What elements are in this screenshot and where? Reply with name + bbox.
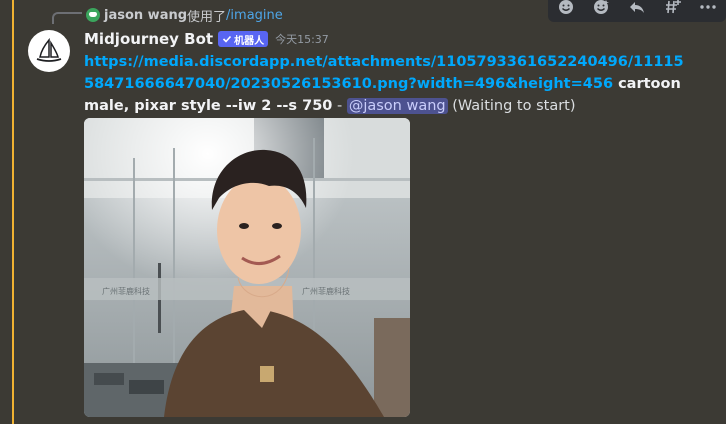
reply-connector	[52, 12, 82, 24]
attached-image[interactable]: 广州菲鹿科技 广州菲鹿科技	[84, 118, 410, 417]
reply-avatar[interactable]	[86, 8, 100, 22]
bot-avatar[interactable]	[28, 30, 70, 72]
reply-preview[interactable]: jason wang 使用了 /imagine	[86, 6, 283, 25]
status-text: (Waiting to start)	[447, 98, 576, 114]
attachment-link[interactable]: https://media.discordapp.net/attachments…	[84, 54, 684, 92]
more-icon[interactable]	[697, 0, 719, 18]
separator-text: -	[332, 98, 347, 114]
glass-text-left: 广州菲鹿科技	[102, 286, 150, 296]
reply-icon[interactable]	[626, 0, 648, 18]
photo-illustration: 广州菲鹿科技 广州菲鹿科技	[84, 118, 410, 417]
message-toolbar	[548, 0, 726, 22]
reply-action-text: 使用了	[187, 9, 227, 25]
super-reaction-icon[interactable]	[590, 0, 612, 18]
bot-tag-label: 机器人	[234, 35, 265, 47]
timestamp[interactable]: 今天15:37	[275, 31, 329, 47]
user-mention[interactable]: @jason wang	[346, 98, 448, 114]
highlight-bar	[12, 0, 14, 424]
midjourney-logo-icon	[36, 38, 62, 62]
reply-username[interactable]: jason wang	[104, 8, 187, 23]
glass-text-right: 广州菲鹿科技	[302, 286, 350, 296]
create-thread-icon[interactable]	[662, 0, 684, 18]
message-header: Midjourney Bot 机器人 今天15:37	[84, 29, 329, 49]
add-reaction-icon[interactable]	[555, 0, 577, 18]
message-content: https://media.discordapp.net/attachments…	[84, 51, 684, 117]
reply-command[interactable]: /imagine	[226, 8, 283, 23]
verified-check-icon	[223, 35, 232, 43]
bot-tag: 机器人	[218, 31, 269, 47]
author-name[interactable]: Midjourney Bot	[84, 30, 213, 48]
